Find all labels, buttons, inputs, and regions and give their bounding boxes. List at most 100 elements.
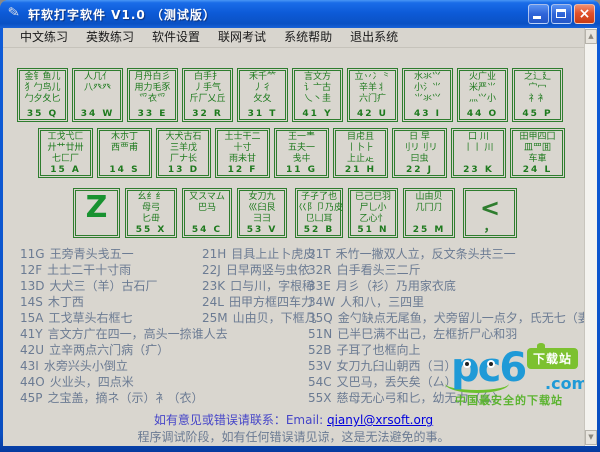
key-label: 31 T: [238, 109, 287, 119]
key-radicals: 之辶廴宀冖礻衤: [515, 72, 560, 105]
mnemonic-code: 13D: [20, 279, 45, 293]
mnemonic-text: 工戈草头右框七: [48, 311, 132, 325]
mnemonic-code: 44O: [20, 375, 45, 389]
scroll-up-button[interactable]: ▲: [585, 29, 597, 44]
menu-item[interactable]: 联网考试: [218, 28, 266, 47]
mnemonic-text: 女刀九臼山朝西（彐）: [336, 359, 456, 373]
key-cell-Q: 金钅鱼儿犭勹鸟儿勹夕夂匕 35 Q: [17, 68, 68, 122]
key-label: 22 J: [393, 165, 446, 175]
mnemonic-item-13D: 13D 大犬三（羊）古石厂: [20, 278, 228, 294]
maximize-icon: [556, 9, 566, 18]
mnemonic-column: 11G王旁青头戋五一12F土士二干十寸雨13D大犬三（羊）古石厂14S木丁西15…: [20, 246, 228, 406]
mnemonic-text: 目具上止卜虎皮: [231, 247, 315, 261]
key-radicals: 已己巳羽尸乚小乙心忄: [351, 192, 395, 225]
minimize-button[interactable]: [528, 4, 549, 24]
mnemonic-text: 土士二干十寸雨: [47, 263, 131, 277]
close-button[interactable]: ×: [574, 4, 595, 24]
key-radicals: 人几亻八癶癶: [75, 72, 120, 94]
key-cell-K: 口 川丨丨 川23 K: [451, 128, 506, 178]
mnemonic-code: 34W: [308, 295, 335, 309]
app-icon: ✎: [7, 4, 21, 21]
key-label: 45 P: [513, 109, 562, 119]
mnemonic-text: 白手看头三二斤: [337, 263, 421, 277]
key-label: 51 N: [349, 225, 397, 235]
pc6-eye-icon: [463, 360, 471, 368]
mnemonic-item-41Y: 41Y言文方广在四一，高头一捺谁人去: [20, 326, 228, 342]
mnemonic-text: 水旁兴头小倒立: [44, 359, 128, 373]
key-label: 15 A: [39, 165, 92, 175]
mnemonic-text: 立辛两点六门病（疒）: [49, 343, 169, 357]
mnemonic-code: 23K: [202, 279, 225, 293]
mnemonic-code: 51N: [308, 327, 332, 341]
key-radicals: 立丷冫⺀辛羊丬六门疒: [350, 72, 395, 105]
mnemonic-item-24L: 24L田甲方框四车力: [202, 294, 317, 310]
menu-bar: 中文练习英数练习软件设置联网考试系统帮助退出系统: [3, 28, 584, 48]
mnemonic-text: 山由贝，下框几: [233, 311, 317, 325]
key-big-glyph: Z: [74, 193, 119, 223]
mnemonic-text: 日早两竖与虫依: [226, 263, 310, 277]
key-cell-T: 禾千⺮丿彳攵夂31 T: [237, 68, 288, 122]
key-cell-R: 白手扌丿手气斤厂乂丘 32 R: [182, 68, 233, 122]
menu-item[interactable]: 中文练习: [20, 28, 68, 47]
key-cell-U: 立丷冫⺀辛羊丬六门疒 42 U: [347, 68, 398, 122]
mnemonic-item-23K: 23K口与川，字根稀: [202, 278, 317, 294]
key-label: 33 E: [128, 109, 177, 119]
key-radicals: 女刀九巛臼艮彐⺕: [240, 192, 284, 225]
client-area: 中文练习英数练习软件设置联网考试系统帮助退出系统 金钅鱼儿犭勹鸟儿勹夕夂匕 35 …: [3, 28, 597, 446]
mnemonic-item-25M: 25M山由贝，下框几: [202, 310, 317, 326]
mnemonic-code: 42U: [20, 343, 44, 357]
key-cell-D: 大犬古石三羊戊厂ナ长13 D: [156, 128, 211, 178]
menu-item[interactable]: 系统帮助: [284, 28, 332, 47]
key-label: 21 H: [334, 165, 387, 175]
key-label: 32 R: [183, 109, 232, 119]
minimize-icon: [533, 16, 541, 19]
key-label: 24 L: [511, 165, 564, 175]
key-label: 53 V: [238, 225, 286, 235]
note-line: 程序调试阶段，如有任何错误请见谅，这是无法避免的事。: [3, 428, 584, 445]
key-cell-I: 水氺⺍小氵⺌⺌氺⺍43 I: [402, 68, 453, 122]
pc6-tagline: 中国最安全的下载站: [455, 392, 563, 408]
menu-item[interactable]: 退出系统: [350, 28, 398, 47]
mnemonic-item-12F: 12F 土士二干十寸雨: [20, 262, 228, 278]
mnemonic-item-43I: 43I水旁兴头小倒立: [20, 358, 228, 374]
key-radicals: 金钅鱼儿犭勹鸟儿勹夕夂匕: [20, 72, 65, 105]
mnemonic-text: 子耳了也框向上: [337, 343, 421, 357]
key-cell-extra: <，: [463, 188, 517, 238]
key-radicals: 火广业米严⺌灬⺍小: [460, 72, 505, 105]
key-label: 12 F: [216, 165, 269, 175]
mnemonic-code: 45P: [20, 391, 43, 405]
key-radicals: 王一龶五夫一戋㐄: [277, 132, 326, 165]
vertical-scrollbar[interactable]: ▲ ▼: [584, 28, 597, 446]
mnemonic-item-45P: 45P之宝盖，摘ネ（示）衤（衣）: [20, 390, 228, 406]
mnemonic-item-44O: 44O 火业头，四点米: [20, 374, 228, 390]
mnemonic-item-11G: 11G王旁青头戋五一: [20, 246, 228, 262]
mnemonic-text: 大犬三（羊）古石厂: [50, 279, 158, 293]
key-label: 35 Q: [18, 109, 67, 119]
key-cell-C: 又スマム巴马54 C: [182, 188, 232, 238]
mnemonic-column: 21H目具上止卜虎皮22J日早两竖与虫依23K口与川，字根稀24L田甲方框四车力…: [202, 246, 317, 326]
maximize-button[interactable]: [551, 4, 572, 24]
mnemonic-item-51N: 51N已半巳满不出己，左框折尸心和羽: [308, 326, 597, 342]
key-label: 42 U: [348, 109, 397, 119]
key-radicals: 水氺⺍小氵⺌⺌氺⺍: [405, 72, 450, 105]
key-cell-W: 人几亻八癶癶 34 W: [72, 68, 123, 122]
key-label: 44 O: [458, 109, 507, 119]
key-radicals: 又スマム巴马: [185, 192, 229, 214]
mnemonic-text: 木丁西: [48, 295, 84, 309]
mnemonic-text: 又巴马，丢矢矣（厶）: [337, 375, 457, 389]
mnemonic-code: 12F: [20, 263, 42, 277]
mnemonic-item-42U: 42U 立辛两点六门病（疒）: [20, 342, 228, 358]
mnemonic-item-21H: 21H目具上止卜虎皮: [202, 246, 317, 262]
key-radicals: 白手扌丿手气斤厂乂丘: [185, 72, 230, 105]
email-link[interactable]: qianyl@xrsoft.org: [327, 413, 433, 427]
scroll-down-button[interactable]: ▼: [585, 430, 597, 445]
title-bar: ✎ 轩软打字软件 V1.0 （测试版） ×: [0, 0, 600, 28]
mnemonic-text: 田甲方框四车力: [229, 295, 313, 309]
key-radicals: 木朩丁西覀甫: [100, 132, 149, 154]
mnemonic-text: 火业头，四点米: [50, 375, 134, 389]
window-title: 轩软打字软件 V1.0 （测试版）: [28, 6, 216, 23]
menu-item[interactable]: 英数练习: [86, 28, 134, 47]
key-label: 34 W: [73, 109, 122, 119]
mnemonic-item-35Q: 35Q金勺缺点无尾鱼，犬旁留儿一点夕，氏无七（妻）: [308, 310, 597, 326]
menu-item[interactable]: 软件设置: [152, 28, 200, 47]
